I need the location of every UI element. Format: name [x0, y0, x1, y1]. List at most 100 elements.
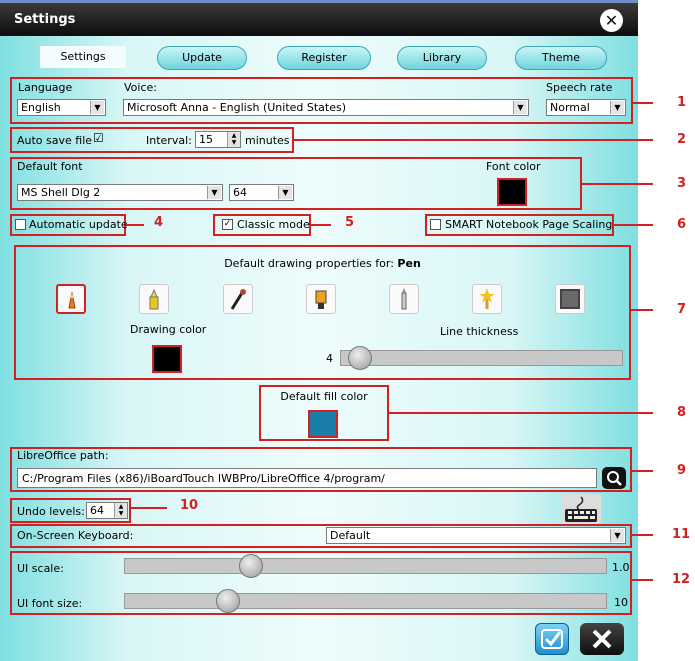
callout-number-2: 2 — [677, 132, 687, 147]
default-font-label: Default font — [17, 160, 83, 173]
language-value: English — [21, 101, 61, 114]
callout-line-11 — [632, 534, 653, 536]
magic-pen-icon[interactable] — [472, 284, 502, 314]
drawing-color-swatch[interactable] — [152, 345, 182, 373]
tab-library[interactable]: Library — [397, 46, 487, 70]
classic-mode-label: Classic mode — [237, 218, 310, 231]
callout-line-4 — [126, 224, 144, 226]
spin-arrows-icon[interactable]: ▲ ▼ — [227, 132, 240, 147]
ui-scale-slider-thumb[interactable] — [238, 554, 263, 578]
ok-button[interactable] — [535, 623, 569, 655]
undo-label: Undo levels: — [17, 505, 85, 518]
interval-value: 15 — [199, 133, 213, 146]
keyboard-icon[interactable] — [561, 494, 601, 524]
ui-font-size-slider-thumb[interactable] — [215, 589, 240, 613]
callout-number-3: 3 — [677, 176, 687, 191]
undo-value: 64 — [90, 504, 104, 517]
voice-label: Voice: — [124, 81, 157, 94]
callout-line-6 — [614, 224, 653, 226]
language-label: Language — [18, 81, 73, 94]
callout-number-5: 5 — [345, 215, 355, 230]
close-icon — [592, 629, 612, 649]
keyboard-select[interactable]: Default ▼ — [326, 527, 626, 544]
callout-line-9 — [632, 470, 653, 472]
callout-number-8: 8 — [677, 405, 687, 420]
callout-line-8 — [389, 412, 653, 414]
callout-number-1: 1 — [677, 95, 687, 110]
callout-line-12 — [632, 579, 653, 581]
libreoffice-label: LibreOffice path: — [17, 449, 109, 462]
ui-scale-value: 1.0 — [612, 561, 630, 574]
font-size-select[interactable]: 64 ▼ — [229, 184, 294, 201]
chevron-down-icon: ▼ — [207, 186, 221, 199]
autosave-label: Auto save file — [17, 134, 93, 147]
eraser-icon[interactable] — [555, 284, 585, 314]
smart-scaling-checkbox[interactable] — [430, 219, 441, 230]
chevron-down-icon: ▼ — [90, 101, 104, 114]
font-color-swatch[interactable] — [497, 178, 527, 206]
libreoffice-path-field[interactable]: C:/Program Files (x86)/iBoardTouch IWBPr… — [17, 468, 597, 488]
callout-number-7: 7 — [677, 302, 687, 317]
speech-rate-value: Normal — [550, 101, 590, 114]
title-bar: Settings ✕ — [0, 0, 638, 36]
close-icon[interactable]: ✕ — [600, 9, 623, 32]
classic-mode-checkbox[interactable]: ✓ — [222, 219, 233, 230]
ui-scale-slider[interactable] — [124, 558, 607, 574]
settings-window: Settings ✕ Settings Update Register Libr… — [0, 0, 638, 661]
libreoffice-path-value: C:/Program Files (x86)/iBoardTouch IWBPr… — [22, 472, 385, 485]
default-font-select[interactable]: MS Shell Dlg 2 ▼ — [17, 184, 223, 201]
keyboard-value: Default — [330, 529, 371, 542]
automatic-update-label: Automatic update — [29, 218, 128, 231]
font-size-value: 64 — [233, 186, 247, 199]
pen-icon[interactable] — [56, 284, 86, 314]
tab-update[interactable]: Update — [157, 46, 247, 70]
drawing-color-label: Drawing color — [130, 323, 207, 336]
keyboard-label: On-Screen Keyboard: — [17, 529, 134, 542]
chevron-down-icon: ▼ — [278, 186, 292, 199]
marker-icon[interactable] — [306, 284, 336, 314]
check-icon — [541, 629, 563, 649]
callout-line-2 — [294, 139, 653, 141]
line-thickness-slider-thumb[interactable] — [347, 346, 372, 370]
autosave-checkbox[interactable]: ☑ — [93, 131, 104, 145]
tab-settings[interactable]: Settings — [40, 46, 126, 68]
callout-line-10 — [131, 507, 167, 509]
callout-number-4: 4 — [154, 215, 164, 230]
drawing-heading: Default drawing properties for: Pen — [14, 257, 631, 270]
callout-number-6: 6 — [677, 217, 687, 232]
ui-font-size-value: 10 — [614, 596, 628, 609]
smart-scaling-label: SMART Notebook Page Scaling — [445, 218, 613, 231]
voice-select[interactable]: Microsoft Anna - English (United States)… — [123, 99, 529, 116]
chevron-down-icon: ▼ — [610, 101, 624, 114]
pencil-icon[interactable] — [389, 284, 419, 314]
cancel-button[interactable] — [580, 623, 624, 655]
callout-line-1 — [633, 102, 653, 104]
ui-font-size-slider[interactable] — [124, 593, 607, 609]
chevron-down-icon: ▼ — [610, 529, 624, 542]
search-icon[interactable] — [602, 467, 626, 489]
drawing-heading-prefix: Default drawing properties for: — [224, 257, 394, 270]
automatic-update-checkbox[interactable] — [15, 219, 26, 230]
callout-line-7 — [631, 309, 653, 311]
interval-stepper[interactable]: 15 ▲ ▼ — [195, 131, 241, 148]
callout-number-9: 9 — [677, 463, 687, 478]
speech-rate-select[interactable]: Normal ▼ — [546, 99, 626, 116]
highlighter-icon[interactable] — [139, 284, 169, 314]
interval-unit: minutes — [245, 134, 290, 147]
brush-icon[interactable] — [223, 284, 253, 314]
line-thickness-value: 4 — [326, 352, 333, 365]
spin-arrows-icon[interactable]: ▲ ▼ — [114, 503, 127, 518]
tab-theme[interactable]: Theme — [515, 46, 607, 70]
chevron-down-icon: ▼ — [513, 101, 527, 114]
ui-font-size-label: UI font size: — [17, 597, 83, 610]
undo-stepper[interactable]: 64 ▲ ▼ — [86, 502, 128, 519]
callout-number-11: 11 — [672, 527, 691, 542]
tab-register[interactable]: Register — [277, 46, 371, 70]
default-font-value: MS Shell Dlg 2 — [21, 186, 101, 199]
language-select[interactable]: English ▼ — [17, 99, 106, 116]
line-thickness-slider[interactable] — [340, 350, 623, 366]
speech-rate-label: Speech rate — [546, 81, 613, 94]
voice-value: Microsoft Anna - English (United States) — [127, 101, 347, 114]
font-color-label: Font color — [486, 160, 541, 173]
fill-color-swatch[interactable] — [308, 410, 338, 438]
